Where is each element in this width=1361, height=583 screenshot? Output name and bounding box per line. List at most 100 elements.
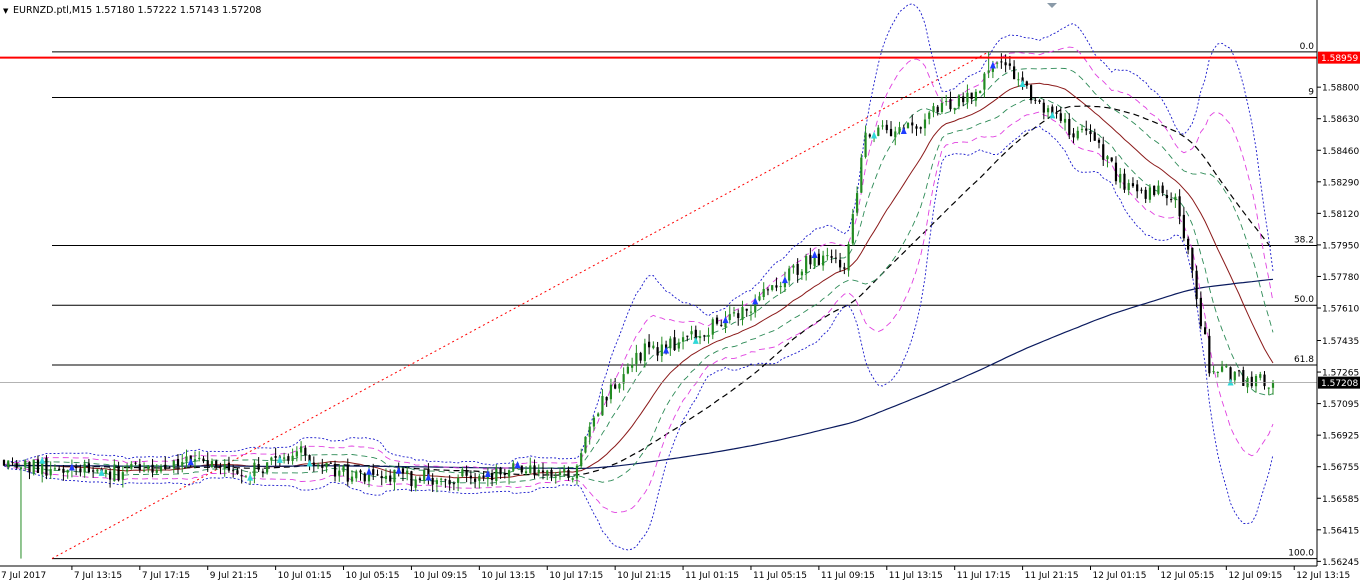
candle-body [329,462,332,464]
candle-body [457,478,460,483]
chart-menu-arrow-icon[interactable]: ▼ [3,7,9,15]
candle-body [372,469,375,475]
candle-body [860,157,863,193]
candle-body [1157,185,1160,194]
candle-body [805,256,808,274]
candle-body [690,331,693,335]
candle-body [1165,194,1168,199]
candle-body [1199,297,1202,327]
price-tick-label: 1.58460 [1322,147,1359,157]
candle-body [677,342,680,349]
candle-body [1174,196,1177,201]
candle-body [809,255,812,265]
candle-body [1250,376,1253,387]
candle-body [350,476,354,482]
candle-body [529,465,532,474]
price-tick-label: 1.58120 [1322,210,1359,220]
candle-body [1182,214,1185,239]
candle-body [855,193,859,213]
candle-body [1114,162,1118,182]
candle-body [176,459,180,467]
candle-body [631,364,634,368]
candle-body [1233,371,1236,381]
candle-body [601,396,604,416]
candle-body [291,455,294,461]
candle-body [295,451,298,457]
candle-body [62,468,65,473]
candle-body [923,119,927,129]
candle-body [1191,247,1194,271]
candle-body [911,122,914,126]
candle-body [389,475,392,482]
candle-body [227,462,231,471]
candle-body [49,469,52,476]
candle-body [215,460,218,467]
candle-body [503,474,506,476]
candle-body [155,469,158,473]
candle-body [1013,66,1016,80]
candle-body [1017,79,1020,81]
fib-level-label: 50.0 [1294,295,1314,305]
candle-body [2,460,6,466]
candle-body [766,289,770,291]
candle-body [732,312,736,314]
price-chart[interactable]: 0.0 9 38.2 50.0 61.8 100.0 1.58959 1.57208 1.5… [0,0,1361,583]
time-tick-label: 10 Jul 05:15 [346,571,400,581]
candle-body [499,467,502,475]
candle-body [223,464,226,469]
candle-body [1203,327,1207,335]
candle-body [1046,108,1050,113]
candle-body [257,464,260,470]
time-tick-label: 10 Jul 13:15 [481,571,535,581]
candle-body [741,307,744,320]
candle-body [151,464,154,473]
candle-body [826,255,829,257]
candle-body [622,374,625,384]
candle-body [1089,131,1092,135]
candle-body [567,469,570,478]
candle-body [868,134,871,137]
candle-body [580,453,583,467]
candle-body [1059,113,1062,121]
time-tick-label: 7 Jul 2017 [1,571,46,581]
candle-body [1063,118,1067,123]
candle-body [164,464,167,469]
chart-header: ▼ EURNZD.ptl,M15 1.57180 1.57222 1.57143… [3,5,261,16]
time-tick-label: 11 Jul 21:15 [1025,571,1079,581]
time-tick-label: 7 Jul 13:15 [74,571,122,581]
candle-body [681,337,685,342]
candle-body [172,460,175,468]
candle-body [575,465,579,479]
candle-body [414,479,417,488]
price-tick-label: 1.56925 [1322,432,1359,442]
candle-body [898,127,901,133]
candle-body [1034,99,1037,101]
candle-body [894,131,897,138]
candle-body [266,462,269,473]
candle-body [142,470,146,472]
candle-body [737,313,740,319]
candle-body [469,475,472,479]
price-tick-label: 1.57950 [1322,241,1359,251]
candle-body [507,470,511,477]
time-tick-label: 12 Jul 13:15 [1296,571,1350,581]
candle-body [452,483,455,485]
candle-body [1225,366,1228,368]
candle-body [1093,132,1096,141]
candle-body [656,347,659,356]
candle-body [1102,144,1105,160]
candle-body [1271,382,1275,388]
candle-body [906,122,910,129]
candle-body [533,465,536,475]
candle-body [219,465,222,468]
candle-body [915,126,918,129]
candle-body [889,128,893,137]
candle-body [788,268,791,281]
candle-body [185,456,188,462]
candle-body [299,446,303,453]
chart-background [0,0,1361,583]
candle-body [1144,189,1147,199]
candle-body [32,459,35,474]
candle-body [847,244,850,271]
candle-body [125,469,129,472]
